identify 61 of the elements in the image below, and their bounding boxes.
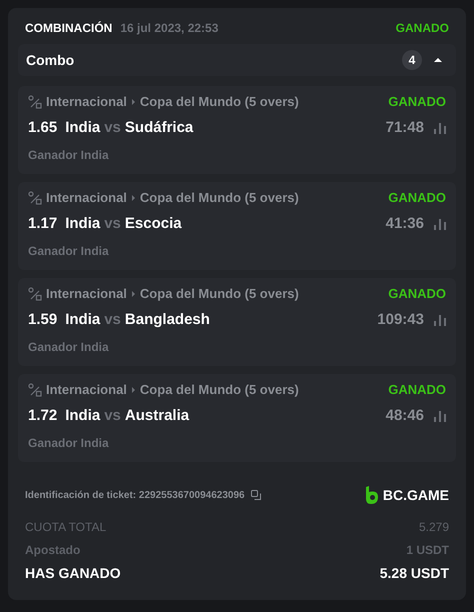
pick-label: Ganador India: [28, 147, 110, 164]
copy-icon[interactable]: [250, 490, 261, 500]
home-team: India: [65, 406, 100, 426]
stats-icon[interactable]: [434, 410, 446, 422]
leg-status: GANADO: [388, 189, 446, 208]
summary-value: 5.279: [418, 519, 449, 536]
bet-status: GANADO: [396, 20, 449, 37]
breadcrumb-separator-icon: [132, 99, 135, 105]
odds: 1.59: [28, 310, 58, 330]
versus: vs: [104, 118, 121, 138]
brand-logo-icon: [364, 486, 379, 504]
bet-date: 16 jul 2023, 22:53: [120, 20, 218, 37]
combo-header[interactable]: Combo 4: [18, 44, 456, 76]
versus: vs: [104, 310, 121, 330]
odds: 1.72: [28, 406, 58, 426]
match-time: 71:48: [386, 118, 424, 138]
leg-status: GANADO: [388, 381, 446, 400]
away-team: Sudáfrica: [124, 118, 194, 138]
away-team: Bangladesh: [124, 310, 210, 330]
stats-icon[interactable]: [434, 218, 446, 230]
home-team: India: [65, 310, 100, 330]
brand-name: BC.GAME: [382, 486, 449, 504]
odds: 1.17: [28, 214, 58, 234]
bet-type: COMBINACIÓN: [25, 20, 112, 37]
stats-icon[interactable]: [434, 122, 446, 134]
home-team: India: [65, 214, 100, 234]
summary-value: 1 USDT: [406, 542, 449, 559]
breadcrumb-separator-icon: [132, 291, 135, 297]
pick-label: Ganador India: [28, 435, 110, 452]
league-region: Internacional: [46, 285, 127, 304]
match-time: 109:43: [377, 310, 424, 330]
summary-label: CUOTA TOTAL: [25, 519, 106, 536]
pick-label: Ganador India: [28, 243, 110, 260]
away-team: Escocia: [124, 214, 182, 234]
home-team: India: [65, 118, 100, 138]
league-name: Copa del Mundo (5 overs): [140, 381, 299, 400]
league-name: Copa del Mundo (5 overs): [140, 93, 299, 112]
league-name: Copa del Mundo (5 overs): [140, 189, 299, 208]
breadcrumb-separator-icon: [132, 195, 135, 201]
caret-icon[interactable]: [434, 58, 442, 62]
combo-label: Combo: [26, 50, 74, 70]
league-region: Internacional: [46, 189, 127, 208]
league-region: Internacional: [46, 381, 127, 400]
leg-status: GANADO: [388, 93, 446, 112]
ticket-id: Identificación de ticket: 2292553670094623096: [25, 488, 245, 502]
match-time: 48:46: [386, 406, 424, 426]
count-badge: 4: [402, 50, 422, 70]
match-time: 41:36: [386, 214, 424, 234]
summary-value: 5.28 USDT: [380, 564, 449, 582]
summary-label: HAS GANADO: [25, 564, 121, 582]
pick-label: Ganador India: [28, 339, 110, 356]
away-team: Australia: [124, 406, 190, 426]
league-name: Copa del Mundo (5 overs): [140, 285, 299, 304]
league-region: Internacional: [46, 93, 127, 112]
leg-status: GANADO: [388, 285, 446, 304]
stats-icon[interactable]: [434, 314, 446, 326]
summary-label: Apostado: [25, 542, 80, 559]
breadcrumb-separator-icon: [132, 387, 135, 393]
versus: vs: [104, 214, 121, 234]
versus: vs: [104, 406, 121, 426]
odds: 1.65: [28, 118, 58, 138]
